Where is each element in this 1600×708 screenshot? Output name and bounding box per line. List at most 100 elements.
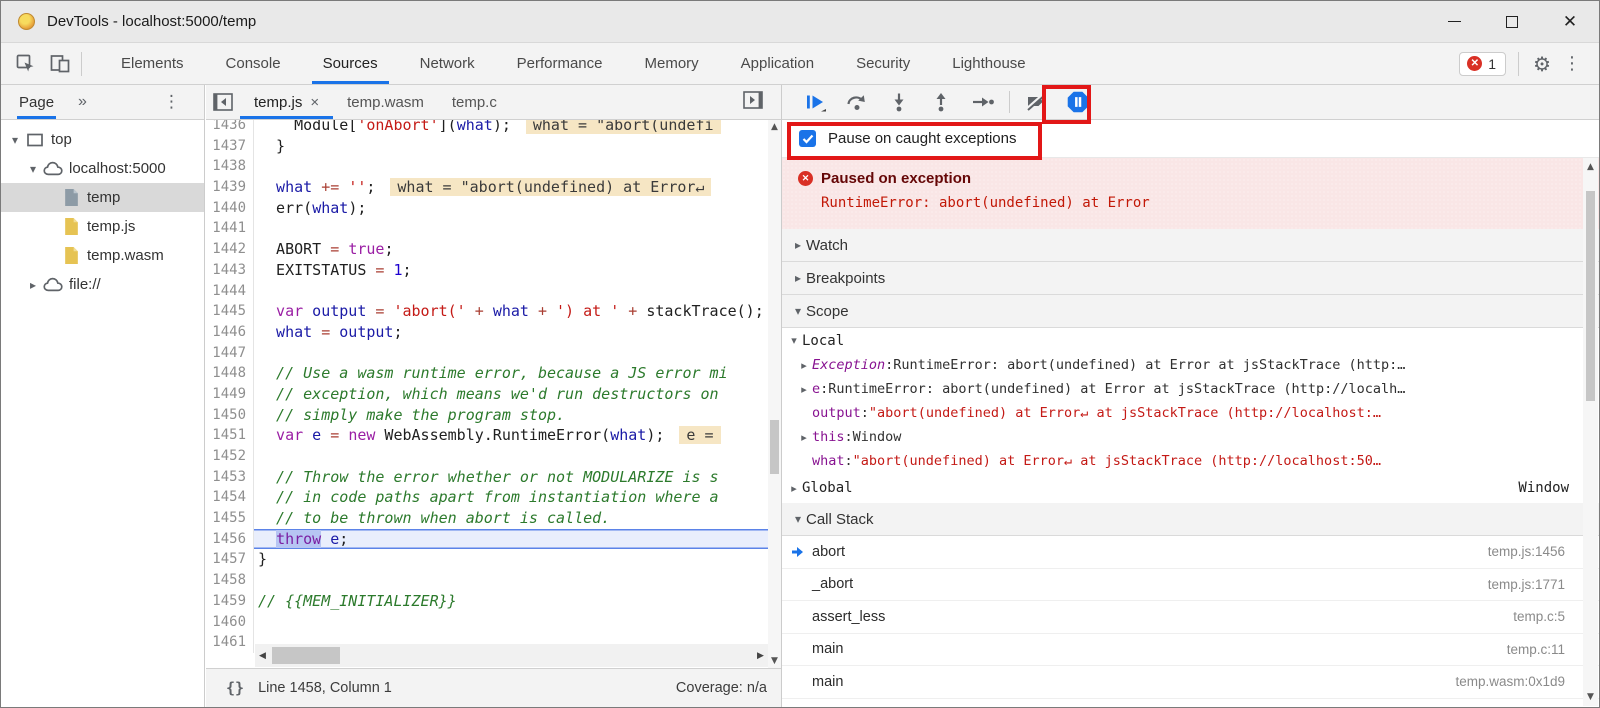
tree-item-temp[interactable]: temp xyxy=(1,183,204,212)
step-icon[interactable] xyxy=(962,87,1004,117)
inspect-element-icon[interactable] xyxy=(9,49,43,79)
section-watch[interactable]: ▸ Watch xyxy=(782,229,1599,262)
scrollbar-thumb[interactable] xyxy=(1586,191,1595,401)
scroll-right-icon[interactable]: ▶ xyxy=(753,651,768,661)
close-tab-icon[interactable]: × xyxy=(310,94,319,111)
pause-on-exceptions-icon[interactable] xyxy=(1057,87,1099,117)
line-number[interactable]: 1445 xyxy=(206,301,254,322)
line-number[interactable]: 1450 xyxy=(206,405,254,426)
line-number[interactable]: 1439 xyxy=(206,177,254,198)
tab-page[interactable]: Page xyxy=(17,85,56,119)
expanded-icon[interactable]: ▾ xyxy=(7,133,23,147)
scope-entry-this[interactable]: ▸this: Window xyxy=(782,425,1599,449)
toolbar-tab-lighthouse[interactable]: Lighthouse xyxy=(931,43,1046,84)
code-text[interactable] xyxy=(254,570,768,591)
code-text[interactable]: ABORT = true; xyxy=(254,239,768,260)
code-text[interactable]: what = output; xyxy=(254,322,768,343)
line-number[interactable]: 1455 xyxy=(206,508,254,529)
scrollbar-thumb[interactable] xyxy=(272,647,340,664)
code-text[interactable]: throw e; xyxy=(254,529,768,550)
editor-tab-temp-js[interactable]: temp.js× xyxy=(240,85,333,119)
scope-entry-exception[interactable]: ▸Exception: RuntimeError: abort(undefine… xyxy=(782,353,1599,377)
code-text[interactable]: var e = new WebAssembly.RuntimeError(wha… xyxy=(254,425,768,446)
panel-vertical-scrollbar[interactable]: ▲ ▼ xyxy=(1583,158,1598,706)
more-options-icon[interactable]: ⋮ xyxy=(1561,53,1589,74)
line-number[interactable]: 1448 xyxy=(206,363,254,384)
settings-gear-icon[interactable]: ⚙ xyxy=(1523,52,1561,76)
toolbar-tab-performance[interactable]: Performance xyxy=(496,43,624,84)
code-text[interactable]: // simply make the program stop. xyxy=(254,405,768,426)
toolbar-tab-console[interactable]: Console xyxy=(205,43,302,84)
line-number[interactable]: 1456 xyxy=(206,529,254,550)
scroll-up-icon[interactable]: ▲ xyxy=(768,120,781,134)
deactivate-breakpoints-icon[interactable] xyxy=(1015,87,1057,117)
line-number[interactable]: 1447 xyxy=(206,343,254,364)
line-number[interactable]: 1444 xyxy=(206,281,254,302)
scope-entry-output[interactable]: output: "abort(undefined) at Error↵ at j… xyxy=(782,401,1599,425)
code-text[interactable]: } xyxy=(254,549,768,570)
step-over-icon[interactable] xyxy=(836,87,878,117)
code-text[interactable]: var output = 'abort(' + what + ') at ' +… xyxy=(254,301,768,322)
code-text[interactable]: // {{MEM_INITIALIZER}} xyxy=(254,591,768,612)
line-number[interactable]: 1446 xyxy=(206,322,254,343)
collapsed-icon[interactable]: ▸ xyxy=(796,359,812,372)
editor-tab-temp-c[interactable]: temp.c xyxy=(438,85,511,119)
section-scope[interactable]: ▾ Scope xyxy=(782,295,1599,328)
line-number[interactable]: 1457 xyxy=(206,549,254,570)
collapsed-icon[interactable]: ▸ xyxy=(796,383,812,396)
device-toolbar-icon[interactable] xyxy=(43,49,77,79)
scroll-down-icon[interactable]: ▼ xyxy=(768,654,781,668)
scope-global-row[interactable]: ▸ Global Window xyxy=(782,473,1599,503)
code-text[interactable]: // exception, which means we'd run destr… xyxy=(254,384,768,405)
pause-on-caught-checkbox[interactable] xyxy=(799,130,816,147)
line-number[interactable]: 1458 xyxy=(206,570,254,591)
code-text[interactable] xyxy=(254,446,768,467)
step-into-icon[interactable] xyxy=(878,87,920,117)
code-text[interactable] xyxy=(254,156,768,177)
line-number[interactable]: 1460 xyxy=(206,612,254,633)
line-number[interactable]: 1438 xyxy=(206,156,254,177)
scroll-down-icon[interactable]: ▼ xyxy=(1583,690,1598,704)
toolbar-tab-elements[interactable]: Elements xyxy=(100,43,205,84)
scope-entry-e[interactable]: ▸e: RuntimeError: abort(undefined) at Er… xyxy=(782,377,1599,401)
line-number[interactable]: 1461 xyxy=(206,632,254,653)
expanded-icon[interactable]: ▾ xyxy=(25,162,41,176)
more-tabs-chevron-icon[interactable]: » xyxy=(78,93,87,111)
error-badge[interactable]: ✕ 1 xyxy=(1459,52,1506,76)
line-number[interactable]: 1451 xyxy=(206,425,254,446)
collapsed-icon[interactable]: ▸ xyxy=(25,278,41,292)
call-stack-frame-assert_less[interactable]: assert_lesstemp.c:5 xyxy=(782,601,1599,634)
toolbar-tab-security[interactable]: Security xyxy=(835,43,931,84)
code-text[interactable]: // Use a wasm runtime error, because a J… xyxy=(254,363,768,384)
hide-navigator-icon[interactable] xyxy=(206,93,240,111)
maximize-button[interactable] xyxy=(1483,1,1541,42)
code-text[interactable]: // to be thrown when abort is called. xyxy=(254,508,768,529)
code-text[interactable]: // in code paths apart from instantiatio… xyxy=(254,487,768,508)
navigator-menu-icon[interactable]: ⋮ xyxy=(163,92,180,112)
line-number[interactable]: 1442 xyxy=(206,239,254,260)
call-stack-frame-abort[interactable]: aborttemp.js:1456 xyxy=(782,536,1599,569)
section-breakpoints[interactable]: ▸ Breakpoints xyxy=(782,262,1599,295)
line-number[interactable]: 1449 xyxy=(206,384,254,405)
editor-vertical-scrollbar[interactable]: ▲ ▼ xyxy=(768,120,781,668)
pretty-print-icon[interactable]: {} xyxy=(226,679,244,697)
code-text[interactable] xyxy=(254,343,768,364)
code-area[interactable]: 1436 Module['onAbort'](what);what = "abo… xyxy=(206,115,768,675)
tree-item-temp.js[interactable]: temp.js xyxy=(1,212,204,241)
line-number[interactable]: 1452 xyxy=(206,446,254,467)
scroll-up-icon[interactable]: ▲ xyxy=(1583,160,1598,174)
scope-entry-what[interactable]: what: "abort(undefined) at Error↵ at jsS… xyxy=(782,449,1599,473)
line-number[interactable]: 1443 xyxy=(206,260,254,281)
tree-item-localhost-5000[interactable]: ▾localhost:5000 xyxy=(1,154,204,183)
editor-horizontal-scrollbar[interactable]: ◀ ▶ xyxy=(255,644,768,667)
resume-icon[interactable] xyxy=(794,87,836,117)
line-number[interactable]: 1459 xyxy=(206,591,254,612)
line-number[interactable]: 1437 xyxy=(206,136,254,157)
scroll-left-icon[interactable]: ◀ xyxy=(255,651,270,661)
tree-item-temp.wasm[interactable]: temp.wasm xyxy=(1,241,204,270)
call-stack-frame-main[interactable]: maintemp.wasm:0x1d9 xyxy=(782,666,1599,699)
toolbar-tab-network[interactable]: Network xyxy=(399,43,496,84)
scrollbar-thumb[interactable] xyxy=(770,420,779,474)
line-number[interactable]: 1441 xyxy=(206,218,254,239)
toolbar-tab-application[interactable]: Application xyxy=(720,43,835,84)
